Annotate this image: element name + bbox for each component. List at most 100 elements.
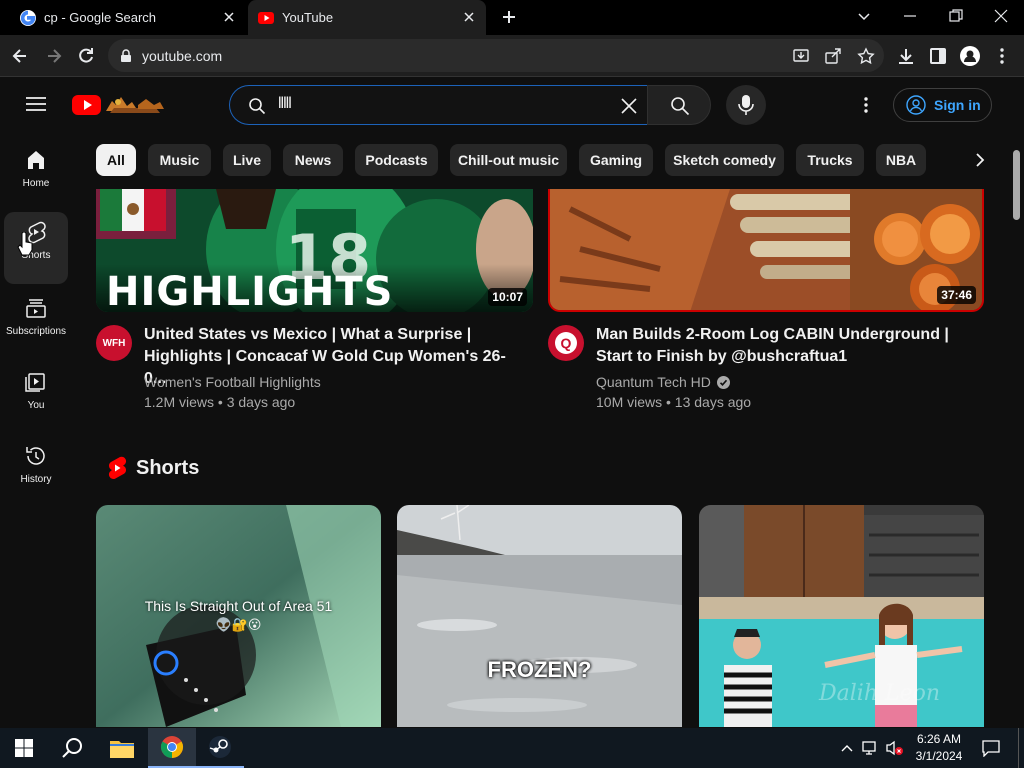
minimize-icon[interactable]: [900, 6, 920, 26]
clock-date: 3/1/2024: [915, 749, 963, 763]
sign-in-label: Sign in: [934, 97, 981, 113]
forward-icon[interactable]: [44, 46, 64, 66]
share-icon[interactable]: [824, 47, 842, 65]
hamburger-menu-icon[interactable]: [26, 96, 46, 112]
video-duration: 37:46: [937, 286, 976, 304]
history-icon: [26, 447, 45, 465]
video-title-line: United States vs Mexico | What a Surpris…: [144, 326, 472, 343]
taskbar-chrome[interactable]: [148, 728, 196, 768]
chip-trucks[interactable]: Trucks: [796, 144, 864, 176]
taskbar-clock[interactable]: 6:26 AM 3/1/2024: [908, 731, 970, 765]
sign-in-button[interactable]: Sign in: [893, 88, 992, 122]
shorts-heading: Shorts: [136, 457, 200, 479]
short-card[interactable]: This Is Straight Out of Area 51 👽🔐😮: [96, 505, 381, 727]
search-button[interactable]: [647, 85, 711, 125]
chip-live[interactable]: Live: [223, 144, 271, 176]
short-card[interactable]: FROZEN?: [397, 505, 682, 727]
profile-icon[interactable]: [960, 46, 980, 66]
chip-chill-out-music[interactable]: Chill-out music: [450, 144, 567, 176]
tab-google-search[interactable]: cp - Google Search: [8, 0, 246, 35]
tab-title: cp - Google Search: [44, 10, 157, 25]
close-window-icon[interactable]: [991, 6, 1011, 26]
show-desktop-button[interactable]: [1018, 728, 1024, 768]
video-meta: 10M views • 13 days ago: [596, 394, 752, 410]
reload-icon[interactable]: [76, 46, 96, 66]
search-icon: [62, 738, 82, 758]
channel-avatar-text: WFH: [102, 337, 126, 349]
browser-tab-strip: cp - Google Search YouTube: [0, 0, 1024, 35]
video-channel-row[interactable]: Quantum Tech HD: [596, 372, 730, 392]
video-thumbnail[interactable]: 37:46: [548, 189, 984, 312]
video-title-line: Man Builds 2-Room Log CABIN Underground …: [596, 326, 949, 343]
tab-search-chevron-icon[interactable]: [854, 6, 874, 26]
close-tab-icon[interactable]: [462, 10, 476, 24]
start-button[interactable]: [0, 728, 48, 768]
sidebar-item-shorts[interactable]: Shorts: [4, 212, 68, 284]
back-icon[interactable]: [10, 46, 30, 66]
side-panel-icon[interactable]: [928, 46, 948, 66]
voice-search-button[interactable]: [726, 85, 766, 125]
video-title-line: Start to Finish by @bushcraftua1: [596, 348, 848, 365]
volume-muted-icon[interactable]: [886, 740, 904, 756]
chip-news[interactable]: News: [283, 144, 343, 176]
youtube-doodle-logo[interactable]: [72, 93, 168, 117]
clock-time: 6:26 AM: [916, 732, 962, 746]
sidebar-item-you[interactable]: You: [4, 362, 68, 434]
chip-podcasts[interactable]: Podcasts: [355, 144, 438, 176]
downloads-icon[interactable]: [896, 46, 916, 66]
clear-search-icon[interactable]: [620, 97, 638, 115]
tab-youtube[interactable]: YouTube: [248, 0, 486, 35]
chip-nba[interactable]: NBA: [876, 144, 926, 176]
sidebar-item-home[interactable]: Home: [4, 140, 68, 212]
verified-badge-icon: [716, 375, 730, 389]
settings-more-icon[interactable]: [856, 95, 876, 115]
sidebar-item-subscriptions[interactable]: Subscriptions: [4, 288, 68, 360]
site-info-icon[interactable]: [120, 49, 132, 63]
video-channel-name[interactable]: Women's Football Highlights: [144, 372, 321, 392]
show-hidden-icons-chevron-icon[interactable]: [840, 741, 854, 755]
chip-music[interactable]: Music: [148, 144, 211, 176]
taskbar-steam[interactable]: [196, 728, 244, 768]
folder-icon: [110, 741, 134, 758]
browser-toolbar: youtube.com: [0, 35, 1024, 77]
short-card[interactable]: Dalih Leon: [699, 505, 984, 727]
youtube-header: lllll Sign in: [0, 77, 1024, 133]
chrome-menu-icon[interactable]: [992, 46, 1012, 66]
youtube-logo-icon: [72, 95, 164, 115]
network-icon[interactable]: [862, 740, 880, 756]
windows-taskbar: 6:26 AM 3/1/2024: [0, 728, 1024, 768]
channel-avatar-text: Q: [555, 332, 577, 354]
search-input[interactable]: lllll: [278, 95, 292, 113]
close-tab-icon[interactable]: [222, 10, 236, 24]
search-box[interactable]: lllll: [229, 85, 647, 125]
notifications-icon[interactable]: [982, 739, 1000, 757]
subscriptions-icon: [26, 299, 46, 318]
video-title[interactable]: Man Builds 2-Room Log CABIN Underground …: [596, 324, 976, 368]
address-bar[interactable]: youtube.com: [108, 39, 884, 72]
taskbar-file-explorer[interactable]: [98, 728, 146, 768]
shorts-logo-icon: [108, 456, 127, 479]
you-icon: [25, 373, 45, 392]
channel-avatar[interactable]: WFH: [96, 325, 132, 361]
chip-all[interactable]: All: [96, 144, 136, 176]
page-scrollbar[interactable]: [1013, 150, 1020, 220]
restore-icon[interactable]: [946, 6, 966, 26]
sidebar-item-history[interactable]: History: [4, 436, 68, 508]
mouse-hand-cursor-icon: [17, 232, 33, 256]
short-caption: This Is Straight Out of Area 51: [144, 598, 333, 614]
taskbar-search-button[interactable]: [48, 728, 96, 768]
short-emoji: 👽🔐😮: [215, 617, 262, 632]
chip-gaming[interactable]: Gaming: [579, 144, 653, 176]
new-tab-icon[interactable]: [500, 8, 518, 26]
install-app-icon[interactable]: [792, 47, 810, 65]
sidebar-item-label: Home: [22, 178, 50, 189]
frozen-lake-image: [397, 505, 682, 727]
chip-sketch-comedy[interactable]: Sketch comedy: [665, 144, 784, 176]
bookmark-star-icon[interactable]: [857, 47, 875, 65]
video-thumbnail[interactable]: 18 HIGHLIGHTS 10:07: [96, 189, 533, 312]
windows-logo-icon: [15, 739, 33, 757]
channel-avatar[interactable]: Q: [548, 325, 584, 361]
tab-title: YouTube: [282, 10, 334, 25]
video-meta: 1.2M views • 3 days ago: [144, 394, 296, 410]
chevron-right-icon[interactable]: [972, 152, 988, 168]
